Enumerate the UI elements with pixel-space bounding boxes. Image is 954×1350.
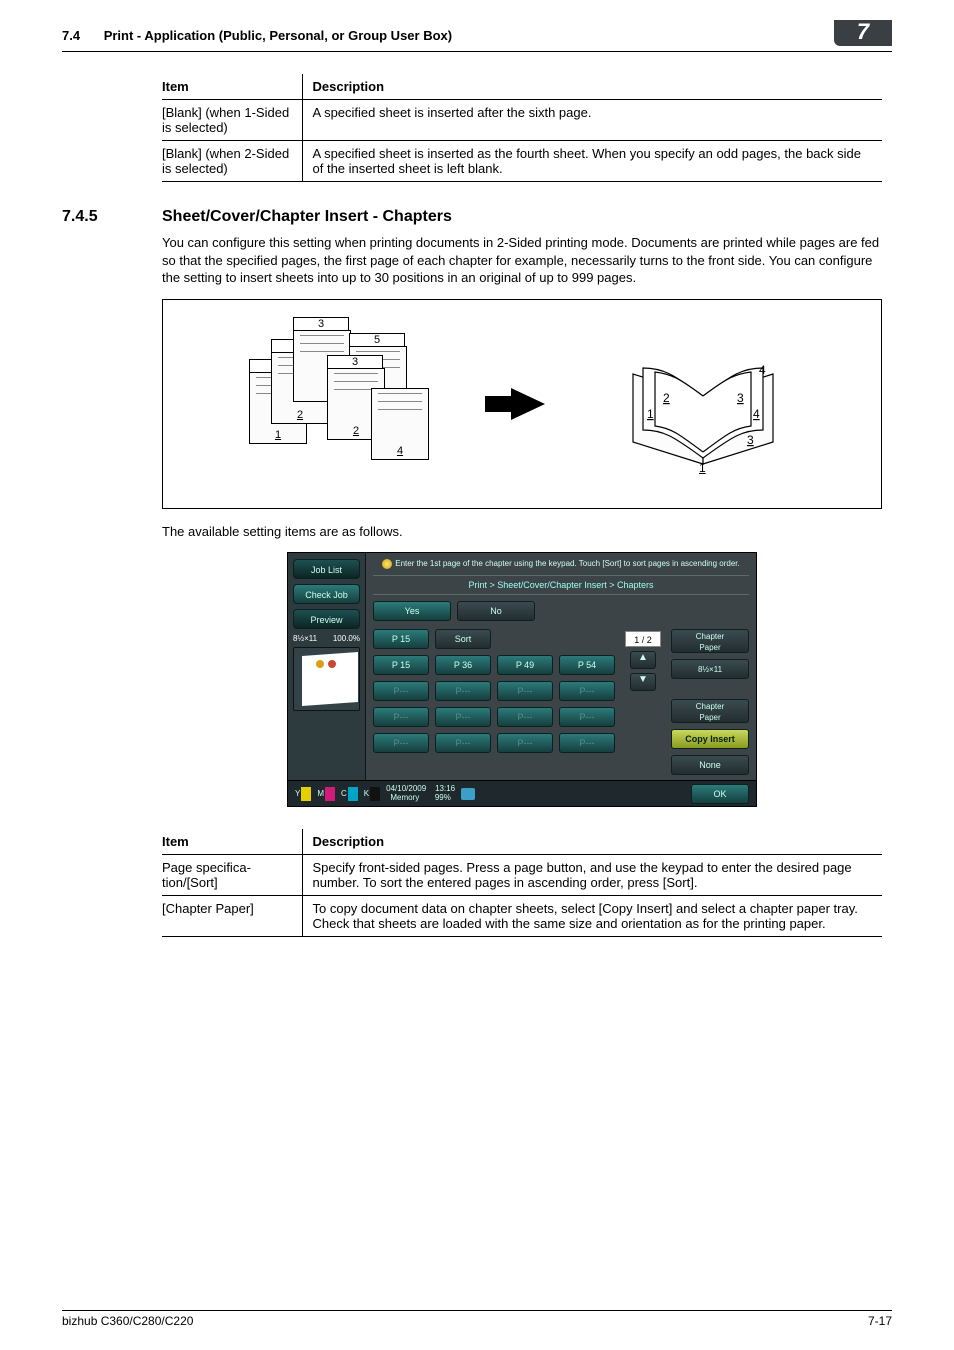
page-slot-button[interactable]: P 54 (559, 655, 615, 675)
page-up-button[interactable]: ▲ (630, 651, 656, 669)
available-items-text: The available setting items are as follo… (162, 523, 892, 541)
page-slot-button[interactable]: P--- (559, 733, 615, 753)
status-icon (461, 788, 475, 800)
page-slot-button[interactable]: P 36 (435, 655, 491, 675)
svg-text:4: 4 (753, 407, 760, 421)
page-slot-button[interactable]: P--- (373, 707, 429, 727)
toner-m-icon (325, 787, 335, 801)
yes-button[interactable]: Yes (373, 601, 451, 621)
chapter-diagram: 1 1 2 2 3 5 5 (162, 299, 882, 509)
page-slot-button[interactable]: P--- (497, 681, 553, 701)
page-slot-button[interactable]: P 49 (497, 655, 553, 675)
toner-k-icon (370, 787, 380, 801)
page-slot-button[interactable]: P--- (435, 681, 491, 701)
svg-text:1: 1 (699, 461, 706, 474)
table-settings: Item Description Page specifica­tion/[So… (162, 829, 882, 937)
page-slot-button[interactable]: P--- (497, 733, 553, 753)
toner-c-icon (348, 787, 358, 801)
footer-pagenum: 7-17 (868, 1314, 892, 1328)
footer-datetime: 04/10/2009 13:16 Memory 99% (386, 785, 455, 803)
preview-tab[interactable]: Preview (293, 609, 360, 629)
preview-thumbnail (293, 647, 360, 711)
papersize-label: 8½×11 (293, 634, 317, 643)
page-slot-button[interactable]: P 15 (373, 655, 429, 675)
section-paragraph: You can configure this setting when prin… (162, 234, 892, 287)
page-slot-button[interactable]: P--- (435, 707, 491, 727)
header-section-num: 7.4 (62, 28, 80, 43)
th-desc: Description (302, 74, 882, 100)
page-slot-button[interactable]: P--- (559, 707, 615, 727)
table-row: Page specifica­tion/[Sort] Specify front… (162, 855, 882, 896)
header-title: Print - Application (Public, Personal, o… (104, 28, 452, 43)
breadcrumb: Print > Sheet/Cover/Chapter Insert > Cha… (373, 575, 749, 595)
check-job-button[interactable]: Check Job (293, 584, 360, 604)
th-item: Item (162, 829, 302, 855)
ok-button[interactable]: OK (691, 784, 749, 804)
chapter-paper-button-2[interactable]: Chapter Paper (671, 699, 749, 723)
none-button[interactable]: None (671, 755, 749, 775)
device-panel: Job List Check Job Preview 8½×11 100.0% … (287, 552, 757, 807)
bulb-icon (382, 559, 392, 569)
th-item: Item (162, 74, 302, 100)
tray-button[interactable]: 8½×11 (671, 659, 749, 679)
page-slot-button[interactable]: P--- (559, 681, 615, 701)
panel-tip: Enter the 1st page of the chapter using … (373, 559, 749, 569)
page-footer: bizhub C360/C280/C220 7-17 (62, 1310, 892, 1328)
section-heading: 7.4.5 Sheet/Cover/Chapter Insert - Chapt… (62, 208, 892, 226)
svg-text:1: 1 (647, 407, 654, 421)
table-row: [Chapter Paper] To copy document data on… (162, 896, 882, 937)
page-header: 7.4 Print - Application (Public, Persona… (62, 28, 892, 52)
page-down-button[interactable]: ▼ (630, 673, 656, 691)
table-blank-options: Item Description [Blank] (when 1-Sided i… (162, 74, 882, 182)
page-slot-button[interactable]: P--- (435, 733, 491, 753)
svg-text:3: 3 (747, 433, 754, 447)
table-row: [Blank] (when 1-Sided is selected) A spe… (162, 100, 882, 141)
booklet-icon: 1 2 4 3 4 3 1 (603, 344, 803, 474)
page-slot-button[interactable]: P--- (497, 707, 553, 727)
job-list-button[interactable]: Job List (293, 559, 360, 579)
chapter-tab: 7 (834, 20, 892, 46)
page-field[interactable]: P 15 (373, 629, 429, 649)
no-button[interactable]: No (457, 601, 535, 621)
svg-text:3: 3 (737, 391, 744, 405)
chapter-paper-button[interactable]: Chapter Paper (671, 629, 749, 653)
section-number: 7.4.5 (62, 208, 162, 226)
svg-text:2: 2 (663, 391, 670, 405)
page-slot-button[interactable]: P--- (373, 681, 429, 701)
footer-model: bizhub C360/C280/C220 (62, 1314, 193, 1328)
page-slot-button[interactable]: P--- (373, 733, 429, 753)
arrow-right-icon (511, 388, 545, 420)
table-row: [Blank] (when 2-Sided is selected) A spe… (162, 141, 882, 182)
svg-text:4: 4 (759, 363, 766, 377)
section-title: Sheet/Cover/Chapter Insert - Chapters (162, 208, 452, 226)
page-indicator: 1 / 2 (625, 631, 661, 647)
zoom-label: 100.0% (333, 634, 360, 643)
toner-y-icon (301, 787, 311, 801)
copy-insert-button[interactable]: Copy Insert (671, 729, 749, 749)
th-desc: Description (302, 829, 882, 855)
sort-button[interactable]: Sort (435, 629, 491, 649)
